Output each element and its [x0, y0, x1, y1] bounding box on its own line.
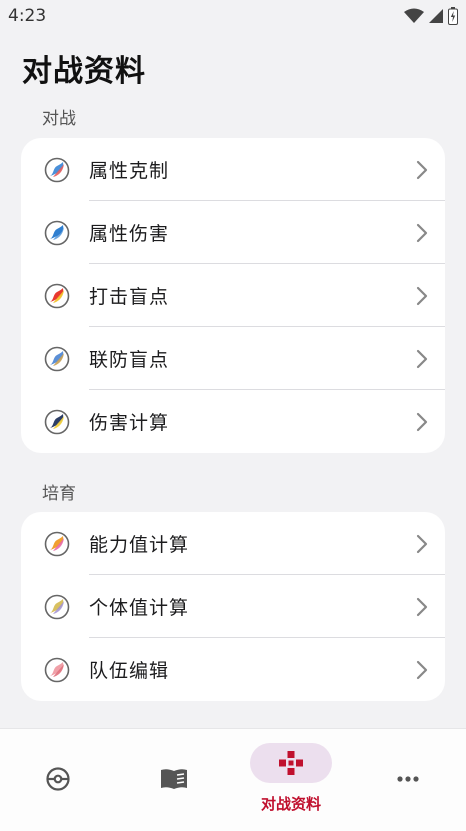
iv-calc-icon [44, 594, 70, 620]
nav-item-pokedex[interactable] [0, 729, 116, 831]
coverage-icon [44, 283, 70, 309]
list-item-team-edit[interactable]: 队伍编辑 [21, 638, 445, 701]
list-item-coverage[interactable]: 打击盲点 [21, 264, 445, 327]
signal-icon [429, 9, 443, 23]
chevron-right-icon [416, 223, 428, 243]
nav-item-book[interactable] [116, 729, 232, 831]
list-item-stat-calc[interactable]: 能力值计算 [21, 512, 445, 575]
more-icon [397, 776, 419, 782]
nav-item-more[interactable] [350, 729, 466, 831]
status-time: 4:23 [8, 6, 47, 26]
gamepad-icon [279, 751, 303, 775]
status-bar: 4:23 [0, 0, 466, 32]
chevron-right-icon [416, 597, 428, 617]
list-item-label: 联防盲点 [89, 349, 170, 371]
team-defense-icon [44, 346, 70, 372]
pokeball-icon [46, 767, 70, 791]
battle-card: 属性克制 属性伤害 打击盲点 联防盲点 伤害计算 [21, 138, 445, 453]
wifi-icon [404, 8, 424, 23]
list-item-label: 个体值计算 [89, 597, 190, 619]
list-item-type-matchup[interactable]: 属性克制 [21, 138, 445, 201]
status-icons [404, 7, 458, 25]
page-title: 对战资料 [22, 54, 146, 89]
book-icon [161, 769, 187, 789]
type-matchup-icon [44, 157, 70, 183]
section-label-battle: 对战 [42, 109, 76, 129]
bottom-nav: 对战资料 [0, 728, 466, 831]
list-item-damage-calc[interactable]: 伤害计算 [21, 390, 445, 453]
list-item-label: 打击盲点 [89, 286, 170, 308]
list-item-label: 属性克制 [89, 160, 170, 182]
type-damage-icon [44, 220, 70, 246]
section-label-breeding: 培育 [42, 484, 76, 504]
chevron-right-icon [416, 534, 428, 554]
chevron-right-icon [416, 349, 428, 369]
list-item-team-defense[interactable]: 联防盲点 [21, 327, 445, 390]
battery-icon [448, 7, 458, 25]
chevron-right-icon [416, 660, 428, 680]
damage-calc-icon [44, 409, 70, 435]
chevron-right-icon [416, 160, 428, 180]
chevron-right-icon [416, 286, 428, 306]
breeding-card: 能力值计算 个体值计算 队伍编辑 [21, 512, 445, 701]
team-edit-icon [44, 657, 70, 683]
list-item-label: 伤害计算 [89, 412, 170, 434]
list-item-label: 能力值计算 [89, 534, 190, 556]
list-item-type-damage[interactable]: 属性伤害 [21, 201, 445, 264]
nav-item-battle-data[interactable]: 对战资料 [250, 729, 332, 831]
list-item-label: 属性伤害 [89, 223, 170, 245]
chevron-right-icon [416, 412, 428, 432]
list-item-label: 队伍编辑 [89, 660, 170, 682]
list-item-iv-calc[interactable]: 个体值计算 [21, 575, 445, 638]
stat-calc-icon [44, 531, 70, 557]
nav-label: 对战资料 [260, 795, 321, 813]
